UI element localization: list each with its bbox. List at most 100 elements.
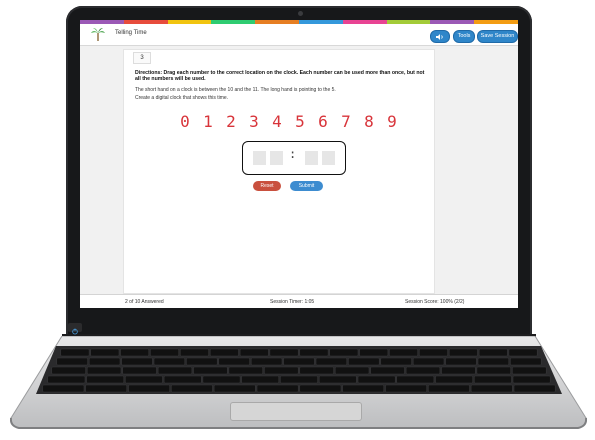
digit-tile-3[interactable]: 3	[245, 112, 263, 131]
draggable-digits: 0 1 2 3 4 5 6 7 8 9	[176, 112, 402, 132]
session-timer: Session Timer: 1:05	[270, 299, 315, 305]
digit-tile-9[interactable]: 9	[383, 112, 401, 131]
keyboard-key	[419, 348, 448, 357]
answered-count: 2 of 10 Answered	[125, 299, 164, 305]
keyboard-key	[334, 366, 370, 375]
digit-tile-4[interactable]: 4	[268, 112, 286, 131]
keyboard-key	[213, 384, 256, 393]
session-score: Session Score: 100% (2/2)	[405, 299, 465, 305]
digit-tile-8[interactable]: 8	[360, 112, 378, 131]
keyboard-key	[193, 366, 228, 375]
app-screen: Telling Time Tools Save Session 3 Direct…	[80, 20, 518, 308]
keyboard-key	[85, 384, 128, 393]
keyboard-key	[428, 384, 470, 393]
keyboard-key	[256, 384, 299, 393]
digit-tile-6[interactable]: 6	[314, 112, 332, 131]
keyboard-key	[510, 357, 542, 366]
digit-tile-2[interactable]: 2	[222, 112, 240, 131]
keyboard-key	[405, 366, 441, 375]
keyboard-key	[318, 375, 357, 384]
minute-tens-slot[interactable]	[305, 151, 318, 165]
app-header: Telling Time Tools Save Session	[80, 24, 518, 46]
keyboard-key	[47, 375, 86, 384]
digit-tile-1[interactable]: 1	[199, 112, 217, 131]
tools-button[interactable]: Tools	[453, 30, 475, 43]
question-text-line2: Create a digital clock that shows this t…	[135, 95, 229, 101]
digit-tile-5[interactable]: 5	[291, 112, 309, 131]
question-number: 3	[133, 52, 151, 64]
keyboard-key	[512, 375, 551, 384]
keyboard-key	[120, 348, 150, 357]
speaker-icon	[436, 33, 443, 40]
keyboard-key	[477, 357, 510, 366]
keyboard-key	[412, 357, 445, 366]
clock-colon: :	[289, 147, 297, 161]
keyboard-key	[88, 357, 121, 366]
digital-clock-dropzone: :	[242, 141, 346, 175]
keyboard-key	[470, 384, 513, 393]
keyboard-key	[180, 348, 209, 357]
keyboard-key	[241, 375, 280, 384]
keyboard-key	[86, 366, 122, 375]
keyboard-key	[357, 375, 396, 384]
keyboard-key	[171, 384, 213, 393]
keyboard-key	[315, 357, 348, 366]
keyboard-key	[186, 357, 218, 366]
keyboard-key	[280, 375, 318, 384]
hour-tens-slot[interactable]	[253, 151, 266, 165]
keyboard-key	[209, 348, 239, 357]
keyboard-key	[264, 366, 299, 375]
keyboard-key	[299, 348, 329, 357]
minute-ones-slot[interactable]	[322, 151, 335, 165]
keyboard-key	[90, 348, 120, 357]
keyboard-key	[250, 357, 283, 366]
keyboard-key	[51, 366, 86, 375]
keyboard-key	[150, 348, 179, 357]
keyboard-key	[380, 357, 412, 366]
keyboard-key	[513, 384, 556, 393]
reset-button[interactable]: Reset	[253, 181, 281, 191]
keyboard-key	[342, 384, 385, 393]
keyboard-key	[359, 348, 389, 357]
keyboard-key	[269, 348, 299, 357]
directions-text: Directions: Drag each number to the corr…	[135, 70, 425, 83]
trackpad[interactable]	[230, 402, 362, 421]
keyboard-key	[239, 348, 269, 357]
keyboard-key	[512, 366, 547, 375]
keyboard-key	[153, 357, 186, 366]
keyboard-key	[228, 366, 263, 375]
keyboard-key	[441, 366, 476, 375]
keyboard-key	[385, 384, 427, 393]
keyboard-key	[157, 366, 193, 375]
keyboard-key	[435, 375, 473, 384]
digit-tile-0[interactable]: 0	[176, 112, 194, 131]
question-text-line1: The short hand on a clock is between the…	[135, 87, 336, 93]
question-panel: 3 Directions: Drag each number to the co…	[123, 49, 435, 294]
keyboard-key	[448, 348, 478, 357]
keyboard-key	[42, 384, 85, 393]
keyboard-key	[299, 384, 342, 393]
power-button[interactable]	[68, 323, 82, 335]
keyboard-key	[283, 357, 315, 366]
keyboard-key	[128, 384, 170, 393]
submit-button[interactable]: Submit	[290, 181, 323, 191]
keyboard-key	[445, 357, 477, 366]
keyboard-key	[202, 375, 241, 384]
hour-ones-slot[interactable]	[270, 151, 283, 165]
audio-button[interactable]	[430, 30, 450, 43]
keyboard-key	[508, 348, 538, 357]
keyboard-key	[389, 348, 418, 357]
webcam-icon	[298, 11, 303, 16]
keyboard-key	[299, 366, 334, 375]
keyboard-key	[122, 366, 157, 375]
keyboard-key	[396, 375, 435, 384]
digit-tile-7[interactable]: 7	[337, 112, 355, 131]
status-bar: 2 of 10 Answered Session Timer: 1:05 Ses…	[80, 294, 518, 308]
keyboard-key	[121, 357, 153, 366]
app-title: Telling Time	[115, 30, 147, 36]
keyboard-key	[56, 357, 88, 366]
palm-tree-logo-icon	[91, 28, 105, 41]
keyboard-key	[370, 366, 405, 375]
keyboard-key	[474, 375, 512, 384]
save-session-button[interactable]: Save Session	[477, 30, 518, 43]
